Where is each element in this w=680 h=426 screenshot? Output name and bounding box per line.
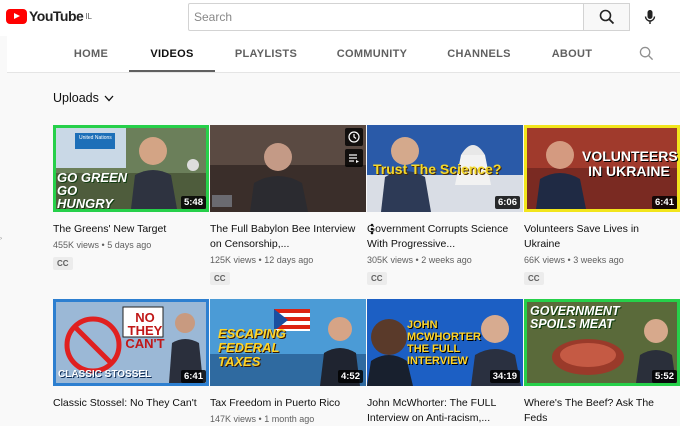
- video-meta: 66K views • 3 weeks ago: [524, 255, 624, 265]
- video-card[interactable]: GOVERNMENT SPOILS MEAT 5:52 Where's The …: [524, 299, 680, 426]
- video-thumbnail[interactable]: [210, 125, 366, 212]
- youtube-logo[interactable]: YouTube IL: [6, 8, 92, 24]
- watch-later-button[interactable]: [345, 128, 363, 146]
- video-thumbnail[interactable]: JOHN MCWHORTER THE FULL INTERVIEW 34:19: [367, 299, 523, 386]
- tab-home[interactable]: HOME: [66, 36, 116, 72]
- search-icon: [639, 46, 654, 61]
- thumbnail-caption: CLASSIC STOSSEL: [58, 369, 152, 380]
- video-meta: 455K views • 5 days ago: [53, 240, 152, 250]
- video-title[interactable]: The Full Babylon Bee Interview on Censor…: [210, 222, 366, 252]
- search-input[interactable]: [189, 4, 583, 30]
- video-card[interactable]: The Full Babylon Bee Interview on Censor…: [210, 125, 374, 286]
- video-meta: 147K views • 1 month ago: [210, 414, 315, 424]
- video-duration: 6:41: [651, 196, 677, 209]
- thumbnail-caption: ESCAPING FEDERAL TAXES: [218, 326, 286, 369]
- hover-actions: [345, 128, 363, 167]
- uploads-label: Uploads: [53, 91, 99, 105]
- channel-search-button[interactable]: [639, 46, 654, 66]
- video-title[interactable]: Where's The Beef? Ask The Feds: [524, 396, 680, 426]
- view-count: 147K views: [210, 414, 257, 424]
- view-count: 125K views: [210, 255, 257, 265]
- thumbnail-caption: Trust The Science?: [373, 161, 502, 177]
- add-to-queue-button[interactable]: [345, 149, 363, 167]
- search-box[interactable]: [188, 3, 584, 31]
- thumbnail-caption: GOVERNMENT SPOILS MEAT: [530, 304, 620, 331]
- video-card[interactable]: JOHN MCWHORTER THE FULL INTERVIEW 34:19 …: [367, 299, 523, 426]
- queue-icon: [349, 154, 359, 163]
- country-code: IL: [85, 11, 92, 21]
- thumbnail-sign: United Nations: [79, 135, 112, 141]
- video-duration: 6:06: [494, 196, 520, 209]
- view-count: 455K views: [53, 240, 100, 250]
- edge-mark: ›: [0, 236, 2, 242]
- video-duration: 5:52: [651, 370, 677, 383]
- upload-age: 12 days ago: [264, 255, 314, 265]
- tab-playlists[interactable]: PLAYLISTS: [230, 36, 302, 72]
- logo-text: YouTube: [29, 8, 84, 24]
- video-card[interactable]: NO THEY CAN'T CLASSIC STOSSEL 6:41 Class…: [53, 299, 209, 411]
- video-card[interactable]: GO GREEN GO HUNGRY United Nations 5:48 T…: [53, 125, 209, 271]
- tab-about[interactable]: ABOUT: [547, 36, 597, 72]
- thumbnail-sign: NO THEY CAN'T: [125, 310, 165, 351]
- cc-badge: CC: [367, 272, 387, 285]
- video-duration: 4:52: [337, 370, 363, 383]
- video-thumbnail[interactable]: NO THEY CAN'T CLASSIC STOSSEL 6:41: [53, 299, 209, 386]
- cc-badge: CC: [53, 257, 73, 270]
- search-icon: [599, 9, 614, 25]
- thumbnail-caption: JOHN MCWHORTER THE FULL INTERVIEW: [407, 319, 481, 367]
- video-duration: 5:48: [180, 196, 206, 209]
- video-title[interactable]: Classic Stossel: No They Can't: [53, 396, 209, 411]
- upload-age: 1 month ago: [264, 414, 315, 424]
- video-duration: 6:41: [180, 370, 206, 383]
- masthead: YouTube IL: [0, 0, 680, 36]
- tab-community[interactable]: COMMUNITY: [333, 36, 411, 72]
- upload-age: 3 weeks ago: [573, 255, 624, 265]
- video-card[interactable]: ESCAPING FEDERAL TAXES 4:52 Tax Freedom …: [210, 299, 366, 424]
- thumbnail-caption: GO GREEN GO HUNGRY: [57, 170, 128, 211]
- upload-age: 5 days ago: [107, 240, 152, 250]
- upload-age: 2 weeks ago: [421, 255, 472, 265]
- video-thumbnail[interactable]: GOVERNMENT SPOILS MEAT 5:52: [524, 299, 680, 386]
- view-count: 305K views: [367, 255, 414, 265]
- search-button[interactable]: [584, 3, 630, 31]
- video-thumbnail[interactable]: Trust The Science? 6:06: [367, 125, 523, 212]
- tab-videos[interactable]: VIDEOS: [129, 36, 215, 72]
- view-count: 66K views: [524, 255, 566, 265]
- uploads-dropdown[interactable]: Uploads: [53, 91, 114, 105]
- youtube-play-icon: [6, 8, 27, 24]
- video-meta: 305K views • 2 weeks ago: [367, 255, 472, 265]
- chevron-down-icon: [104, 95, 114, 101]
- video-title[interactable]: Volunteers Save Lives in Ukraine: [524, 222, 680, 252]
- video-card[interactable]: VOLUNTEERS IN UKRAINE 6:41 Volunteers Sa…: [524, 125, 680, 286]
- video-meta: 125K views • 12 days ago: [210, 255, 314, 265]
- thumbnail-caption: VOLUNTEERS IN UKRAINE: [582, 148, 678, 179]
- video-duration: 34:19: [489, 370, 520, 383]
- video-title[interactable]: Government Corrupts Science With Progres…: [367, 222, 523, 252]
- clock-icon: [348, 131, 360, 143]
- video-title[interactable]: The Greens' New Target: [53, 222, 209, 237]
- video-title[interactable]: Tax Freedom in Puerto Rico: [210, 396, 366, 411]
- video-card[interactable]: Trust The Science? 6:06 Government Corru…: [367, 125, 523, 286]
- video-thumbnail[interactable]: GO GREEN GO HUNGRY United Nations 5:48: [53, 125, 209, 212]
- channel-tabs: HOME VIDEOS PLAYLISTS COMMUNITY CHANNELS…: [7, 36, 680, 73]
- tab-channels[interactable]: CHANNELS: [444, 36, 514, 72]
- video-thumbnail[interactable]: VOLUNTEERS IN UKRAINE 6:41: [524, 125, 680, 212]
- video-thumbnail[interactable]: ESCAPING FEDERAL TAXES 4:52: [210, 299, 366, 386]
- video-title[interactable]: John McWhorter: The FULL Interview on An…: [367, 396, 523, 426]
- voice-search-button[interactable]: [636, 3, 664, 31]
- cc-badge: CC: [524, 272, 544, 285]
- cc-badge: CC: [210, 272, 230, 285]
- microphone-icon: [644, 10, 656, 24]
